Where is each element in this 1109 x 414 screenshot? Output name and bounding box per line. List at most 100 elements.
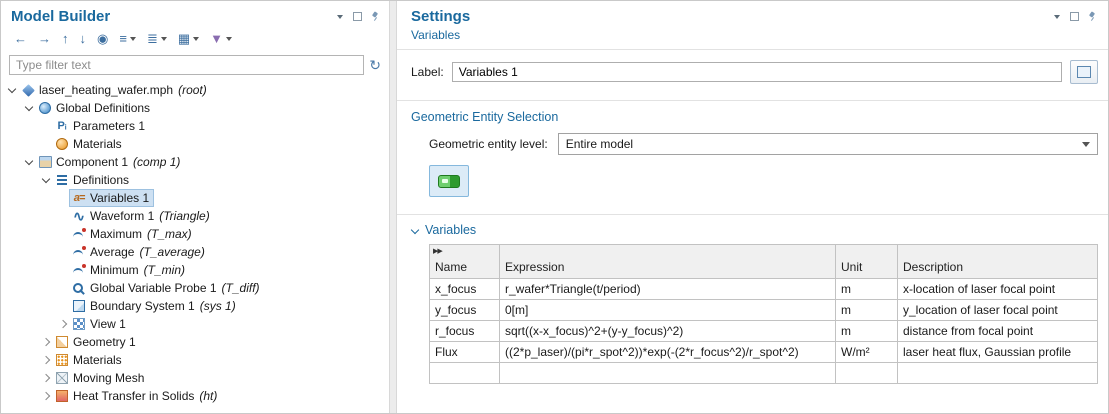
tree-item-suffix: (T_diff) xyxy=(222,281,260,295)
tree-item-average[interactable]: Average(T_average) xyxy=(1,243,389,261)
cell-name[interactable]: x_focus xyxy=(430,279,500,300)
column-header-label: Description xyxy=(903,260,963,274)
label-aux-button[interactable] xyxy=(1070,60,1098,84)
column-header-unit[interactable]: Unit xyxy=(836,245,898,279)
cell-name[interactable]: Flux xyxy=(430,342,500,363)
filter-input[interactable] xyxy=(9,55,364,75)
tree-item-materials-component[interactable]: Materials xyxy=(1,351,389,369)
tree-item-label: laser_heating_wafer.mph xyxy=(39,83,173,97)
tree-item-label: Global Variable Probe 1 xyxy=(90,281,217,295)
active-selection-toggle-button[interactable] xyxy=(429,165,469,197)
cell-unit[interactable]: W/m² xyxy=(836,342,898,363)
panel-divider[interactable] xyxy=(389,1,397,413)
cell-name[interactable]: r_focus xyxy=(430,321,500,342)
move-down-button[interactable]: ↓ xyxy=(75,28,92,50)
tree-item-geometry-1[interactable]: Geometry 1 xyxy=(1,333,389,351)
expander-right-icon[interactable] xyxy=(39,369,52,387)
expander-right-icon[interactable] xyxy=(39,387,52,405)
expander-down-icon[interactable] xyxy=(22,153,35,171)
tree-item-view-1[interactable]: View 1 xyxy=(1,315,389,333)
cell-name[interactable] xyxy=(430,363,500,384)
expander-down-icon[interactable] xyxy=(22,99,35,117)
column-header-description[interactable]: Description xyxy=(898,245,1098,279)
tree-item-materials-global[interactable]: Materials xyxy=(1,135,389,153)
tree-item-heat-transfer-in-solids[interactable]: Heat Transfer in Solids(ht) xyxy=(1,387,389,405)
panel-menu-icon[interactable] xyxy=(1051,11,1062,22)
dropdown-selected-value: Entire model xyxy=(566,137,1082,151)
expander-spacer xyxy=(56,279,69,297)
expander-right-icon[interactable] xyxy=(56,315,69,333)
geometric-entity-level-dropdown[interactable]: Entire model xyxy=(558,133,1098,155)
variables-section-header[interactable]: Variables xyxy=(397,215,1108,244)
tree-item-variables-1[interactable]: Variables 1 xyxy=(1,189,389,207)
tree-item-maximum[interactable]: Maximum(T_max) xyxy=(1,225,389,243)
cell-expression[interactable]: 0[m] xyxy=(500,300,836,321)
collapse-icon: ≡ xyxy=(119,30,127,48)
expander-spacer xyxy=(56,225,69,243)
tree-item-suffix: (sys 1) xyxy=(200,299,236,313)
cell-unit[interactable]: m xyxy=(836,279,898,300)
cell-expression[interactable]: r_wafer*Triangle(t/period) xyxy=(500,279,836,300)
refresh-icon[interactable]: ↻ xyxy=(369,58,381,72)
geometric-entity-selection-title: Geometric Entity Selection xyxy=(411,110,1108,124)
cell-expression[interactable]: ((2*p_laser)/(pi*r_spot^2))*exp(-(2*r_fo… xyxy=(500,342,836,363)
pin-panel-icon[interactable] xyxy=(1087,11,1098,22)
cell-unit[interactable] xyxy=(836,363,898,384)
tree-item-label: Moving Mesh xyxy=(73,371,144,385)
tree-item-component-1[interactable]: Component 1(comp 1) xyxy=(1,153,389,171)
column-header-name[interactable]: ▶▶ Name xyxy=(430,245,500,279)
cell-unit[interactable]: m xyxy=(836,300,898,321)
label-input[interactable] xyxy=(452,62,1062,82)
move-up-button[interactable]: ↑ xyxy=(57,28,74,50)
cell-description[interactable]: laser heat flux, Gaussian profile xyxy=(898,342,1098,363)
chevron-down-icon xyxy=(161,37,167,41)
variables-section-title: Variables xyxy=(425,223,476,237)
cell-description[interactable]: y_location of laser focal point xyxy=(898,300,1098,321)
panel-menu-icon[interactable] xyxy=(334,11,345,22)
globe-icon xyxy=(38,101,52,115)
chevron-down-icon xyxy=(1082,142,1090,147)
cell-description[interactable]: distance from focal point xyxy=(898,321,1098,342)
tree-item-global-variable-probe-1[interactable]: Global Variable Probe 1 (T_diff) xyxy=(1,279,389,297)
tree-item-moving-mesh[interactable]: Moving Mesh xyxy=(1,369,389,387)
tree-item-definitions[interactable]: Definitions xyxy=(1,171,389,189)
table-columns-button[interactable]: ▦ xyxy=(173,28,204,50)
move-up-icon: ↑ xyxy=(62,30,69,48)
cell-name[interactable]: y_focus xyxy=(430,300,500,321)
expander-down-icon[interactable] xyxy=(5,81,18,99)
expander-down-icon[interactable] xyxy=(39,171,52,189)
mesh-icon xyxy=(55,371,69,385)
expander-right-icon[interactable] xyxy=(39,351,52,369)
tree-item-root[interactable]: laser_heating_wafer.mph(root) xyxy=(1,81,389,99)
tree-item-global-definitions[interactable]: Global Definitions xyxy=(1,99,389,117)
filter-button[interactable]: ▼ xyxy=(205,28,237,50)
pin-panel-icon[interactable] xyxy=(370,11,381,22)
variables-table-wrap: ▶▶NameExpressionUnitDescription x_focusr… xyxy=(397,244,1108,384)
settings-panel: Settings Variables Label: Geometric Enti… xyxy=(397,1,1108,413)
column-header-expression[interactable]: Expression xyxy=(500,245,836,279)
node-order-button[interactable]: ≣ xyxy=(142,28,172,50)
cell-unit[interactable]: m xyxy=(836,321,898,342)
tree-item-waveform-1[interactable]: Waveform 1(Triangle) xyxy=(1,207,389,225)
cell-description[interactable] xyxy=(898,363,1098,384)
collapse-button[interactable]: ≡ xyxy=(114,28,141,50)
column-header-label: Name xyxy=(435,260,467,274)
tree-item-minimum[interactable]: Minimum(T_min) xyxy=(1,261,389,279)
cell-description[interactable]: x-location of laser focal point xyxy=(898,279,1098,300)
show-button[interactable]: ◉ xyxy=(92,28,113,50)
tree-item-parameters-1[interactable]: Parameters 1 xyxy=(1,117,389,135)
float-panel-icon[interactable] xyxy=(1069,11,1080,22)
cell-expression[interactable] xyxy=(500,363,836,384)
cell-expression[interactable]: sqrt((x-x_focus)^2+(y-y_focus)^2) xyxy=(500,321,836,342)
model-builder-tree: laser_heating_wafer.mph(root)Global Defi… xyxy=(1,80,389,413)
settings-window-controls xyxy=(1051,11,1098,22)
tree-node: Component 1(comp 1) xyxy=(35,153,185,171)
go-back-button[interactable]: ← xyxy=(9,28,32,50)
tree-item-boundary-system-1[interactable]: Boundary System 1(sys 1) xyxy=(1,297,389,315)
expander-right-icon[interactable] xyxy=(39,333,52,351)
go-forward-button[interactable]: → xyxy=(33,28,56,50)
tree-node: Global Definitions xyxy=(35,99,155,117)
model-builder-title: Model Builder xyxy=(11,8,334,25)
row-marker-icon: ▶▶ xyxy=(433,247,442,255)
float-panel-icon[interactable] xyxy=(352,11,363,22)
